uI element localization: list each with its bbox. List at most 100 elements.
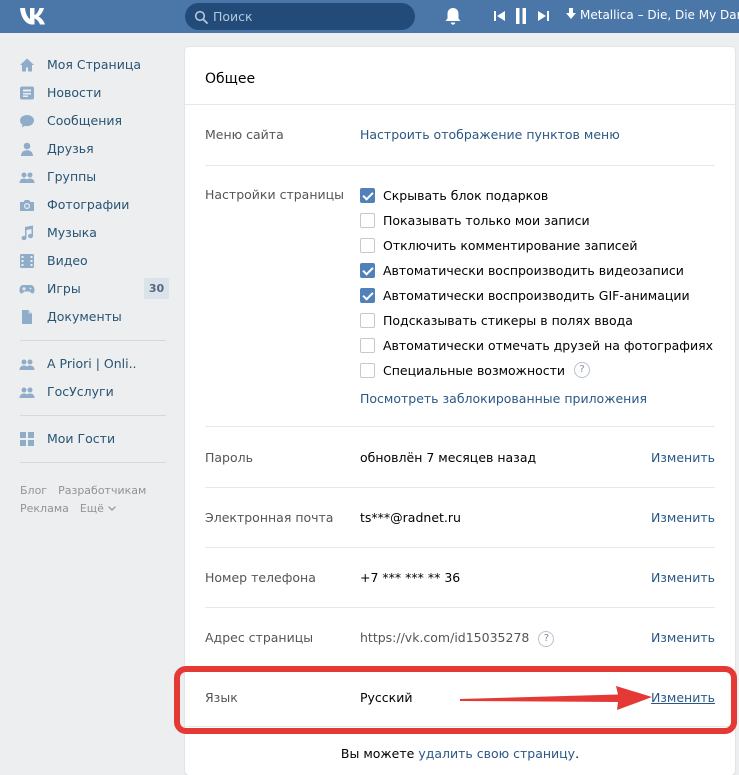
- language-value: Русский: [360, 690, 413, 705]
- chevron-down-icon: [108, 506, 116, 511]
- change-phone-link[interactable]: Изменить: [651, 570, 715, 585]
- sidebar-item-label: Новости: [47, 85, 102, 100]
- checkbox-suggest-stickers[interactable]: [360, 312, 375, 328]
- sidebar-item-documents[interactable]: Документы: [0, 303, 175, 331]
- change-password-link[interactable]: Изменить: [651, 450, 715, 465]
- grid-icon: [20, 432, 34, 446]
- option-auto-tag-friends[interactable]: Автоматически отмечать друзей на фотогра…: [360, 336, 713, 354]
- sidebar-item-app-apriori[interactable]: A Priori | Onli..: [0, 350, 175, 378]
- option-label: Скрывать блок подарков: [383, 187, 549, 203]
- sidebar-item-music[interactable]: Музыка: [0, 219, 175, 247]
- row-divider: [185, 726, 735, 727]
- checkbox-hide-gifts[interactable]: [360, 187, 375, 203]
- vk-logo-icon[interactable]: [18, 4, 54, 28]
- phone-value: +7 *** *** ** 36: [360, 570, 461, 585]
- delete-suffix: .: [575, 746, 580, 761]
- change-email-link[interactable]: Изменить: [651, 510, 715, 525]
- checkbox-auto-tag-friends[interactable]: [360, 337, 375, 353]
- sidebar-item-label: Фотографии: [47, 197, 130, 212]
- sidebar-item-label: Игры: [47, 281, 81, 296]
- email-value: ts***@radnet.ru: [360, 510, 461, 525]
- pause-icon[interactable]: [515, 8, 527, 24]
- sidebar-item-label: Мои Гости: [47, 431, 116, 446]
- title-divider: [185, 104, 735, 105]
- sidebar-item-label: ГосУслуги: [47, 384, 114, 399]
- row-divider: [205, 165, 715, 166]
- option-only-my-posts[interactable]: Показывать только мои записи: [360, 211, 590, 229]
- delete-prefix: Вы можете: [340, 746, 419, 761]
- checkbox-only-my-posts[interactable]: [360, 212, 375, 228]
- sidebar-item-my-guests[interactable]: Мои Гости: [0, 425, 175, 453]
- search-input[interactable]: [213, 3, 408, 30]
- gamepad-icon: [19, 285, 35, 294]
- sidebar-item-label: Документы: [47, 309, 122, 324]
- sidebar-item-app-gosuslugi[interactable]: ГосУслуги: [0, 378, 175, 406]
- footer-more-menu[interactable]: Ещё: [80, 502, 116, 515]
- menu-label: Меню сайта: [205, 127, 284, 142]
- password-label: Пароль: [205, 450, 253, 465]
- footer-link-developers[interactable]: Разработчикам: [58, 484, 146, 497]
- checkbox-disable-comments[interactable]: [360, 237, 375, 253]
- sidebar-item-games[interactable]: Игры 30: [0, 275, 175, 303]
- sidebar-item-news[interactable]: Новости: [0, 79, 175, 107]
- option-hide-gifts[interactable]: Скрывать блок подарков: [360, 186, 548, 204]
- help-icon[interactable]: ?: [574, 362, 591, 378]
- row-divider: [205, 426, 715, 427]
- option-autoplay-gif[interactable]: Автоматически воспроизводить GIF-анимаци…: [360, 286, 690, 304]
- sidebar-divider: [20, 415, 166, 416]
- sidebar-item-label: Друзья: [47, 141, 94, 156]
- sidebar-item-label: Видео: [47, 253, 88, 268]
- blocked-apps-link[interactable]: Посмотреть заблокированные приложения: [360, 391, 647, 406]
- option-label: Автоматически воспроизводить GIF-анимаци…: [383, 287, 690, 303]
- address-label: Адрес страницы: [205, 630, 314, 645]
- row-divider: [205, 667, 715, 668]
- camera-icon: [20, 200, 34, 211]
- sidebar-item-label: Музыка: [47, 225, 97, 240]
- option-label: Отключить комментирование записей: [383, 237, 638, 253]
- next-track-icon[interactable]: [538, 9, 549, 23]
- sidebar-footer-row-1: Блог Разработчикам: [20, 484, 157, 497]
- option-accessibility[interactable]: Специальные возможности ?: [360, 361, 591, 379]
- sidebar-divider: [20, 340, 166, 341]
- option-autoplay-video[interactable]: Автоматически воспроизводить видеозаписи: [360, 261, 684, 279]
- option-label: Подсказывать стикеры в полях ввода: [383, 312, 633, 328]
- sidebar-item-messages[interactable]: Сообщения: [0, 107, 175, 135]
- delete-page-link[interactable]: удалить свою страницу: [418, 746, 575, 761]
- bell-icon[interactable]: [444, 7, 462, 26]
- option-label: Автоматически воспроизводить видеозаписи: [383, 262, 684, 278]
- games-count-badge: 30: [144, 278, 169, 299]
- help-icon[interactable]: ?: [538, 630, 555, 647]
- document-icon: [22, 310, 32, 324]
- page-settings-label: Настройки страницы: [205, 187, 344, 202]
- sidebar-item-photos[interactable]: Фотографии: [0, 191, 175, 219]
- change-address-link[interactable]: Изменить: [651, 630, 715, 645]
- footer-link-more: Ещё: [79, 502, 104, 515]
- sidebar-item-label: A Priori | Onli..: [47, 356, 137, 371]
- previous-track-icon[interactable]: [494, 9, 505, 23]
- change-language-link[interactable]: Изменить: [651, 690, 715, 705]
- customize-menu-link[interactable]: Настроить отображение пунктов меню: [360, 127, 620, 142]
- checkbox-autoplay-gif[interactable]: [360, 287, 375, 303]
- sidebar-item-label: Сообщения: [47, 113, 123, 128]
- sidebar-item-video[interactable]: Видео: [0, 247, 175, 275]
- footer-link-blog[interactable]: Блог: [20, 484, 47, 497]
- top-bar: Metallica – Die, Die My Darling: [0, 0, 739, 33]
- language-label: Язык: [205, 690, 238, 705]
- now-playing-title: Metallica – Die, Die My Darling: [580, 8, 739, 22]
- music-icon: [21, 225, 34, 241]
- option-disable-comments[interactable]: Отключить комментирование записей: [360, 236, 638, 254]
- sidebar-item-friends[interactable]: Друзья: [0, 135, 175, 163]
- option-label: Автоматически отмечать друзей на фотогра…: [383, 337, 714, 353]
- footer-link-ads[interactable]: Реклама: [20, 502, 69, 515]
- checkbox-autoplay-video[interactable]: [360, 262, 375, 278]
- option-suggest-stickers[interactable]: Подсказывать стикеры в полях ввода: [360, 311, 633, 329]
- sidebar-item-groups[interactable]: Группы: [0, 163, 175, 191]
- search-box[interactable]: [185, 3, 415, 30]
- checkbox-accessibility[interactable]: [360, 362, 375, 378]
- delete-page-note: Вы можете удалить свою страницу.: [185, 746, 735, 761]
- sidebar-footer-row-2: Реклама Ещё: [20, 502, 127, 515]
- home-icon: [20, 58, 34, 72]
- sidebar-item-my-page[interactable]: Моя Страница: [0, 51, 175, 79]
- messages-icon: [20, 115, 34, 128]
- now-playing[interactable]: Metallica – Die, Die My Darling: [566, 8, 739, 22]
